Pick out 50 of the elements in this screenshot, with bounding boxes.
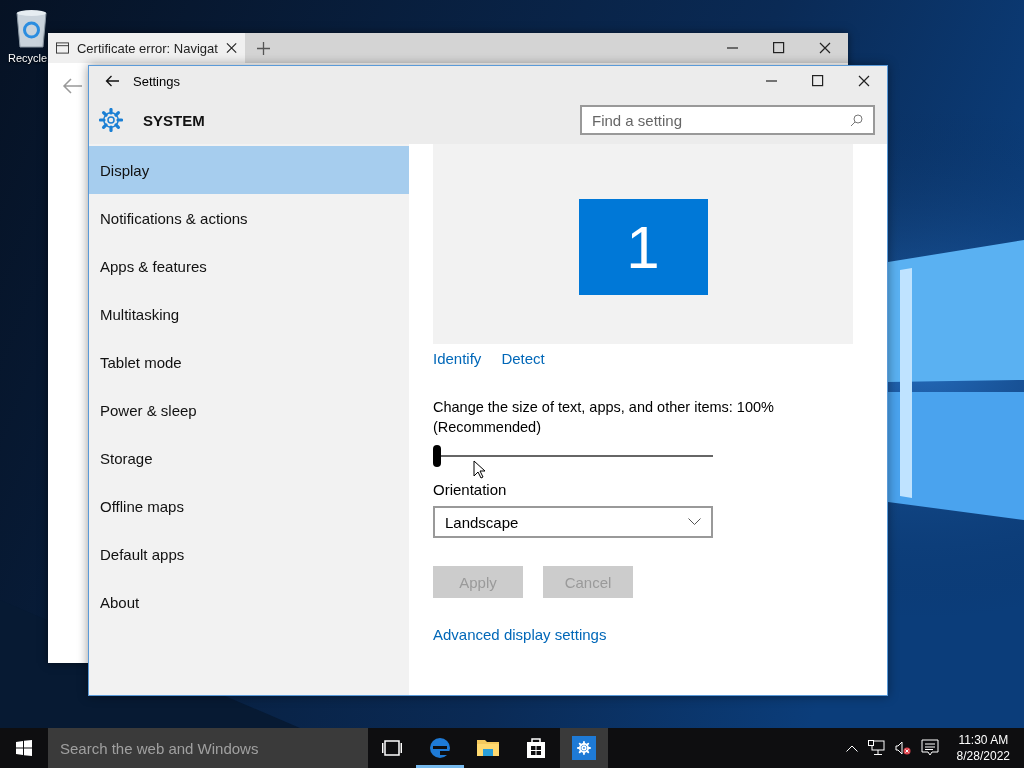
search-field[interactable]: Find a setting — [580, 105, 875, 135]
start-icon[interactable] — [16, 740, 32, 756]
close-icon[interactable] — [819, 42, 831, 54]
desktop-icon-label[interactable]: Recycle — [8, 52, 48, 64]
link[interactable]: Identify — [433, 350, 482, 367]
sidebar-item[interactable]: Storage — [89, 434, 409, 482]
plus-icon[interactable] — [257, 41, 270, 55]
taskbar-button[interactable] — [560, 728, 608, 768]
scale-slider[interactable] — [433, 445, 713, 467]
chevron-down-icon — [688, 518, 701, 526]
network-icon[interactable] — [867, 740, 885, 756]
gear-icon — [572, 736, 596, 760]
sidebar-item[interactable]: Display — [89, 146, 409, 194]
mouse-pointer-icon — [473, 460, 485, 479]
browser-icon — [428, 736, 452, 760]
scale-label: Change the size of text, apps, and other items: 100% (Recommended) — [433, 398, 775, 437]
close-icon[interactable] — [858, 75, 870, 87]
search-icon — [850, 113, 863, 127]
chevron-up-icon[interactable] — [845, 744, 858, 752]
speaker-muted-icon[interactable] — [894, 741, 911, 755]
page-icon — [56, 42, 69, 54]
link[interactable]: Detect — [501, 350, 545, 367]
field-label: Orientation — [433, 481, 507, 498]
link[interactable]: Advanced display settings — [433, 626, 607, 643]
orientation-dropdown[interactable]: Landscape — [433, 506, 713, 538]
browser-tab[interactable]: Certificate error: Navigat — [48, 33, 245, 63]
maximize-icon[interactable] — [773, 42, 785, 54]
sidebar-item[interactable]: Offline maps — [89, 482, 409, 530]
shopping-bag-icon — [524, 736, 548, 760]
gear-icon — [99, 108, 123, 132]
clock-date: 8/28/2022 — [956, 748, 1010, 764]
section-title: SYSTEM — [143, 111, 206, 129]
sidebar-item[interactable]: Power & sleep — [89, 386, 409, 434]
close-icon[interactable] — [225, 42, 237, 54]
sidebar-item[interactable]: About — [89, 578, 409, 626]
task-view-icon[interactable] — [382, 740, 402, 756]
sidebar-item[interactable]: Notifications & actions — [89, 194, 409, 242]
sidebar-item[interactable]: Multitasking — [89, 290, 409, 338]
sidebar-item[interactable]: Apps & features — [89, 242, 409, 290]
monitor-tile[interactable]: 1 — [578, 199, 708, 295]
recycle-bin-icon — [16, 8, 47, 48]
maximize-icon[interactable] — [812, 75, 824, 87]
notification-icon[interactable] — [920, 739, 939, 757]
slider-thumb[interactable] — [433, 445, 441, 467]
sidebar-item[interactable]: Default apps — [89, 530, 409, 578]
sidebar-item[interactable]: Tablet mode — [89, 338, 409, 386]
clock-time: 11:30 AM — [957, 732, 1010, 748]
back-arrow-icon[interactable] — [105, 75, 119, 87]
taskbar-search-field[interactable]: Search the web and Windows — [48, 728, 368, 768]
window-title: Settings — [133, 73, 180, 89]
